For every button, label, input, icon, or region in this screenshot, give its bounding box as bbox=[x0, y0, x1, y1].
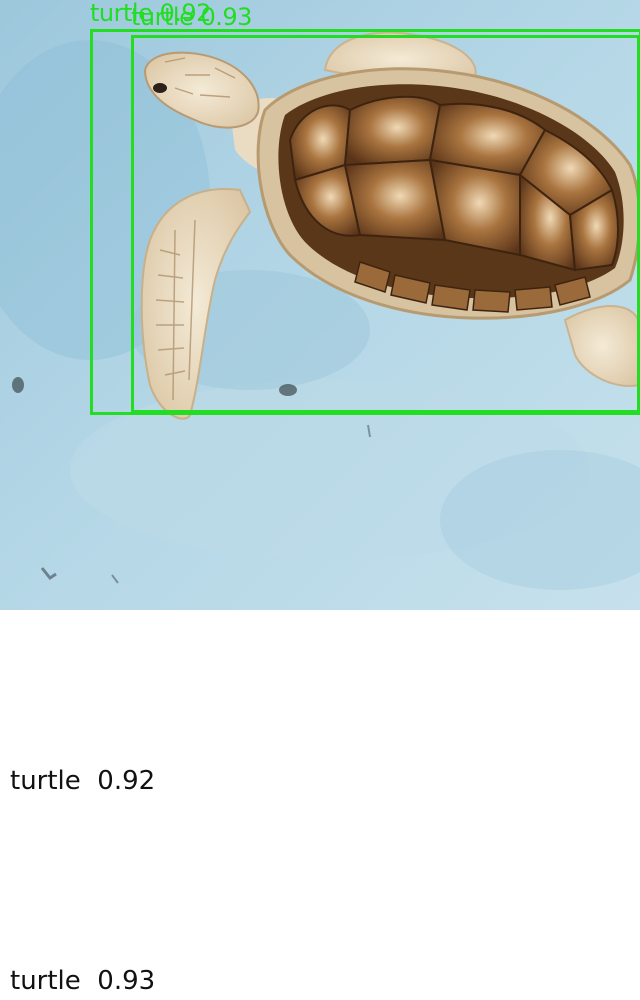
caption-detection-2: turtle 0.93 bbox=[10, 966, 156, 996]
turtle-photo bbox=[0, 0, 640, 610]
detection-result-page: turtle 0.92 turtle 0.93 turtle 0.92 turt… bbox=[0, 0, 640, 1000]
detection-label-2: turtle 0.93 bbox=[131, 3, 252, 31]
caption-detection-1: turtle 0.92 bbox=[10, 766, 156, 796]
turtle-photo-illustration bbox=[0, 0, 640, 610]
